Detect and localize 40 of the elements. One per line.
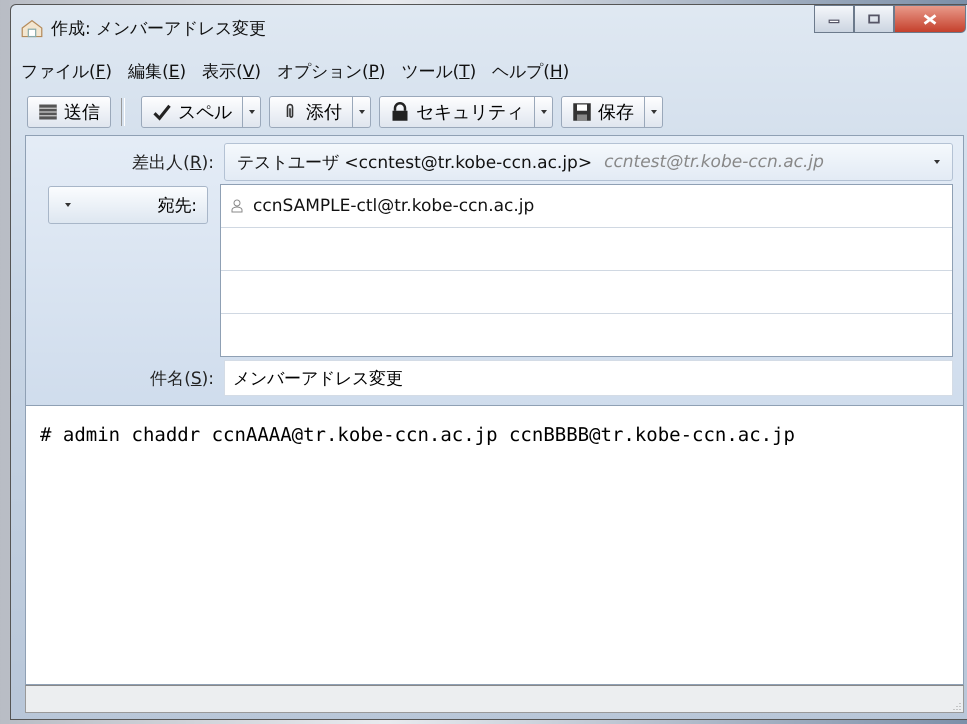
toolbar-button[interactable]: セキュリティ (379, 96, 535, 128)
toolbar-button[interactable]: スペル (141, 96, 243, 128)
dropdown-arrow-button[interactable] (243, 96, 261, 128)
maximize-icon (868, 14, 880, 24)
check-icon (152, 102, 172, 122)
minimize-button[interactable] (814, 5, 854, 33)
compose-icon (21, 18, 43, 38)
close-icon (923, 14, 937, 24)
padlock-icon (390, 102, 410, 122)
envelope-stack-icon (38, 102, 58, 122)
toolbar-button[interactable]: 添付 (269, 96, 353, 128)
caret-icon (248, 110, 254, 114)
caret-icon (650, 110, 656, 114)
menu-item[interactable]: ツール(T) (402, 60, 476, 82)
toolbar-button[interactable]: 送信 (27, 96, 111, 128)
recipient-type-button[interactable]: 宛先: (48, 186, 208, 224)
caret-icon (540, 110, 546, 114)
caret-icon (934, 160, 940, 164)
close-button[interactable] (894, 5, 966, 33)
message-body[interactable]: # admin chaddr ccnAAAA@tr.kobe-ccn.ac.jp ccnBBBB@tr.kobe-ccn.ac.jp (25, 405, 964, 685)
subject-field[interactable]: メンバーアドレス変更 (224, 360, 953, 396)
dropdown-arrow-button[interactable] (353, 96, 371, 128)
from-label: 差出人(R): (131, 152, 215, 174)
person-icon (231, 199, 243, 213)
dropdown-arrow-button[interactable] (645, 96, 663, 128)
from-dropdown[interactable]: テストユーザ <ccntest@tr.kobe-ccn.ac.jp> ccntest@tr.kobe-ccn.ac.jp (224, 143, 953, 181)
caret-icon (65, 203, 71, 207)
toolbar-button[interactable]: 保存 (561, 96, 645, 128)
menu-item[interactable]: 表示(V) (202, 60, 262, 82)
menu-item[interactable]: 編集(E) (128, 60, 186, 82)
menu-item[interactable]: オプション(P) (277, 60, 386, 82)
caret-icon (358, 110, 364, 114)
window-title: 作成: メンバーアドレス変更 (51, 18, 266, 40)
resize-grip-icon (951, 700, 961, 710)
recipient-field[interactable]: ccnSAMPLE-ctl@tr.kobe-ccn.ac.jp (253, 196, 534, 216)
dropdown-arrow-button[interactable] (535, 96, 553, 128)
maximize-button[interactable] (854, 5, 894, 33)
subject-label: 件名(S): (149, 368, 215, 390)
menu-item[interactable]: ヘルプ(H) (492, 60, 570, 82)
menu-item[interactable]: ファイル(F) (21, 60, 112, 82)
